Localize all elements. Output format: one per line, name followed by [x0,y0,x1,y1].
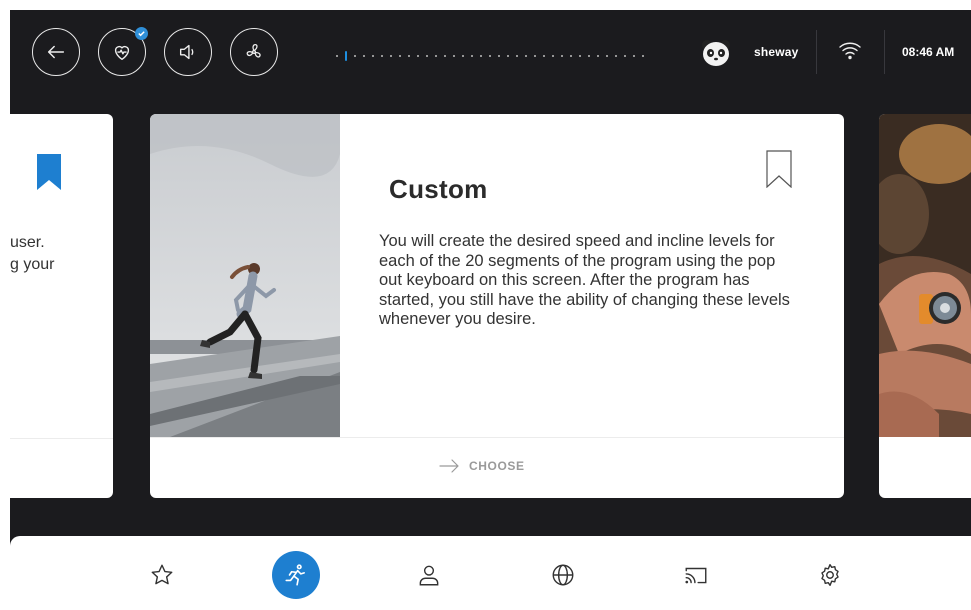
runner-photo [150,114,340,437]
divider [884,30,885,74]
top-bar: sheway 08:46 AM [10,10,971,102]
connected-badge [135,27,148,40]
page-dot[interactable] [552,55,554,57]
page-dot[interactable] [480,55,482,57]
card-description: user. g your [10,232,54,276]
smartwatch-photo [879,114,971,437]
fan-button[interactable] [230,28,278,76]
page-dot[interactable] [516,55,518,57]
page-dot[interactable] [471,55,473,57]
nav-cast[interactable] [672,551,720,599]
star-icon [151,564,173,585]
divider [10,438,113,439]
page-dot[interactable] [633,55,635,57]
page-dot[interactable] [624,55,626,57]
program-card-previous[interactable]: user. g your [10,114,113,498]
program-card-custom[interactable]: Custom You will create the desired speed… [150,114,844,498]
nav-web[interactable] [539,551,587,599]
page-dot[interactable] [336,55,338,57]
gear-icon [821,564,839,586]
page-dot[interactable] [363,55,365,57]
runner-icon [285,564,305,586]
fan-icon [246,44,261,58]
page-dot[interactable] [615,55,617,57]
bookmark-outline-icon[interactable] [766,150,792,188]
check-icon [138,31,145,37]
program-card-next[interactable] [879,114,971,498]
speaker-icon [179,44,194,60]
page-dot[interactable] [435,55,437,57]
wifi-icon[interactable] [838,38,862,62]
page-dot[interactable] [399,55,401,57]
page-dot[interactable] [417,55,419,57]
username-label[interactable]: sheway [754,45,799,59]
page-dot[interactable] [462,55,464,57]
bookmark-filled-icon[interactable] [37,154,61,190]
volume-button[interactable] [164,28,212,76]
page-dot[interactable] [489,55,491,57]
divider [816,30,817,74]
page-dot[interactable] [390,55,392,57]
arrow-right-icon [439,459,459,473]
page-dot[interactable] [606,55,608,57]
page-dot[interactable] [372,55,374,57]
divider [150,437,844,438]
page-dot[interactable] [570,55,572,57]
arrow-left-icon [47,45,65,59]
back-button[interactable] [32,28,80,76]
nav-favorites[interactable] [138,551,186,599]
page-dot[interactable] [381,55,383,57]
page-dot[interactable] [444,55,446,57]
page-indicator [336,51,651,61]
nav-settings[interactable] [806,551,854,599]
choose-button[interactable]: CHOOSE [439,459,525,473]
page-dot[interactable] [642,55,644,57]
cast-icon [685,567,707,584]
page-dot[interactable] [534,55,536,57]
nav-profile[interactable] [405,551,453,599]
page-dot[interactable] [525,55,527,57]
page-dot[interactable] [543,55,545,57]
globe-icon [552,564,574,586]
card-description: You will create the desired speed and in… [379,232,790,328]
bottom-navigation [10,536,971,610]
choose-label: CHOOSE [469,459,525,473]
page-dot[interactable] [408,55,410,57]
page-dot[interactable] [453,55,455,57]
description-line: user. [10,234,45,251]
page-dot[interactable] [579,55,581,57]
panda-avatar-icon[interactable] [700,37,732,69]
page-dot[interactable] [561,55,563,57]
page-dot-active[interactable] [345,51,347,61]
heart-rate-button[interactable] [98,27,148,76]
page-dot[interactable] [498,55,500,57]
app-screen: sheway 08:46 AM user. g your Custom You … [10,10,971,610]
page-dot[interactable] [354,55,356,57]
user-icon [419,565,439,586]
nav-run[interactable] [272,551,320,599]
clock: 08:46 AM [902,45,955,59]
page-dot[interactable] [507,55,509,57]
card-title: Custom [389,174,488,204]
description-line: g your [10,256,55,273]
heart-rate-icon [114,45,130,61]
page-dot[interactable] [597,55,599,57]
page-dot[interactable] [426,55,428,57]
page-dot[interactable] [588,55,590,57]
